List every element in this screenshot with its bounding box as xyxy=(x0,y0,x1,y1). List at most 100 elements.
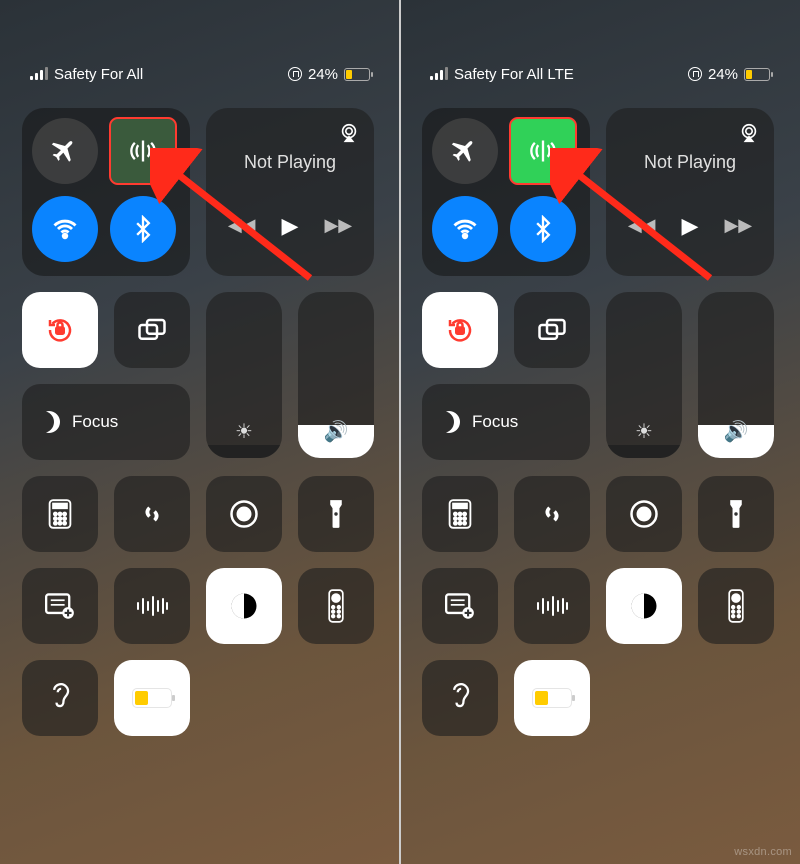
battery-percent: 24% xyxy=(308,66,338,83)
battery-percent: 24% xyxy=(708,66,738,83)
hearing-button[interactable] xyxy=(22,660,98,736)
watermark: wsxdn.com xyxy=(734,846,792,858)
flashlight-button[interactable] xyxy=(698,476,774,552)
screen-mirror-button[interactable] xyxy=(114,292,190,368)
brightness-slider[interactable]: ☀ xyxy=(206,292,282,458)
rotation-lock-button[interactable] xyxy=(22,292,98,368)
control-center-right: Safety For All LTE 24% xyxy=(400,0,800,864)
carrier-label: Safety For All xyxy=(54,66,143,83)
rotation-lock-status-icon xyxy=(688,67,702,81)
moon-icon xyxy=(38,411,60,433)
voice-memo-button[interactable] xyxy=(514,568,590,644)
low-power-icon xyxy=(532,688,572,708)
now-playing-label: Not Playing xyxy=(220,152,360,173)
rotation-lock-status-icon xyxy=(288,67,302,81)
tv-remote-button[interactable] xyxy=(298,568,374,644)
play-icon[interactable]: ▶ xyxy=(682,213,699,239)
forward-icon[interactable]: ▶▶ xyxy=(324,215,352,236)
flashlight-button[interactable] xyxy=(298,476,374,552)
voice-memo-icon xyxy=(135,595,169,617)
screen-record-icon xyxy=(229,499,259,529)
wifi-icon xyxy=(51,215,79,243)
bluetooth-icon xyxy=(129,215,157,243)
focus-label: Focus xyxy=(72,412,118,432)
brightness-slider[interactable]: ☀ xyxy=(606,292,682,458)
battery-icon xyxy=(744,68,770,81)
wifi-toggle[interactable] xyxy=(432,196,498,262)
now-playing-label: Not Playing xyxy=(620,152,760,173)
dark-mode-icon xyxy=(229,591,259,621)
airplane-mode-toggle[interactable] xyxy=(32,118,98,184)
hearing-icon xyxy=(447,683,473,713)
volume-icon: 🔊 xyxy=(724,419,749,444)
brightness-icon: ☀ xyxy=(635,419,653,444)
voice-memo-icon xyxy=(535,595,569,617)
calculator-button[interactable] xyxy=(422,476,498,552)
focus-button[interactable]: Focus xyxy=(22,384,190,460)
moon-icon xyxy=(438,411,460,433)
screen-record-icon xyxy=(629,499,659,529)
flashlight-icon xyxy=(327,499,345,529)
status-bar: Safety For All LTE 24% xyxy=(430,62,770,86)
signal-bars-icon xyxy=(430,68,448,80)
cellular-data-icon xyxy=(529,137,557,165)
volume-slider[interactable]: 🔊 xyxy=(298,292,374,458)
cellular-data-toggle[interactable] xyxy=(510,118,576,184)
forward-icon[interactable]: ▶▶ xyxy=(724,215,752,236)
airplay-icon[interactable] xyxy=(338,122,360,144)
dark-mode-button[interactable] xyxy=(606,568,682,644)
screen-mirror-icon xyxy=(537,317,567,343)
wifi-toggle[interactable] xyxy=(32,196,98,262)
rotation-lock-button[interactable] xyxy=(422,292,498,368)
tv-remote-button[interactable] xyxy=(698,568,774,644)
quick-note-button[interactable] xyxy=(422,568,498,644)
carrier-label: Safety For All LTE xyxy=(454,66,574,83)
flashlight-icon xyxy=(727,499,745,529)
focus-button[interactable]: Focus xyxy=(422,384,590,460)
connectivity-group xyxy=(422,108,590,276)
calculator-button[interactable] xyxy=(22,476,98,552)
volume-slider[interactable]: 🔊 xyxy=(698,292,774,458)
rotation-lock-icon xyxy=(45,315,75,345)
volume-icon: 🔊 xyxy=(324,419,349,444)
dark-mode-button[interactable] xyxy=(206,568,282,644)
media-card: Not Playing ◀◀ ▶ ▶▶ xyxy=(206,108,374,276)
quick-note-button[interactable] xyxy=(22,568,98,644)
airplay-icon[interactable] xyxy=(738,122,760,144)
media-card: Not Playing ◀◀ ▶ ▶▶ xyxy=(606,108,774,276)
control-center-left: Safety For All 24% xyxy=(0,0,400,864)
status-bar: Safety For All 24% xyxy=(30,62,370,86)
screen-record-button[interactable] xyxy=(206,476,282,552)
shazam-button[interactable] xyxy=(114,476,190,552)
airplane-icon xyxy=(451,137,479,165)
focus-label: Focus xyxy=(472,412,518,432)
calculator-icon xyxy=(447,499,473,529)
airplane-mode-toggle[interactable] xyxy=(432,118,498,184)
shazam-button[interactable] xyxy=(514,476,590,552)
voice-memo-button[interactable] xyxy=(114,568,190,644)
pane-divider xyxy=(399,0,401,864)
back-icon[interactable]: ◀◀ xyxy=(628,215,656,236)
back-icon[interactable]: ◀◀ xyxy=(228,215,256,236)
shazam-icon xyxy=(537,499,567,529)
low-power-button[interactable] xyxy=(114,660,190,736)
battery-icon xyxy=(344,68,370,81)
hearing-button[interactable] xyxy=(422,660,498,736)
cellular-data-icon xyxy=(129,137,157,165)
bluetooth-toggle[interactable] xyxy=(510,196,576,262)
cellular-data-toggle[interactable] xyxy=(110,118,176,184)
quick-note-icon xyxy=(445,593,475,619)
brightness-icon: ☀ xyxy=(235,419,253,444)
screen-record-button[interactable] xyxy=(606,476,682,552)
hearing-icon xyxy=(47,683,73,713)
screen-mirror-icon xyxy=(137,317,167,343)
tv-remote-icon xyxy=(327,589,345,623)
airplane-icon xyxy=(51,137,79,165)
shazam-icon xyxy=(137,499,167,529)
quick-note-icon xyxy=(45,593,75,619)
bluetooth-toggle[interactable] xyxy=(110,196,176,262)
low-power-button[interactable] xyxy=(514,660,590,736)
screen-mirror-button[interactable] xyxy=(514,292,590,368)
play-icon[interactable]: ▶ xyxy=(282,213,299,239)
low-power-icon xyxy=(132,688,172,708)
